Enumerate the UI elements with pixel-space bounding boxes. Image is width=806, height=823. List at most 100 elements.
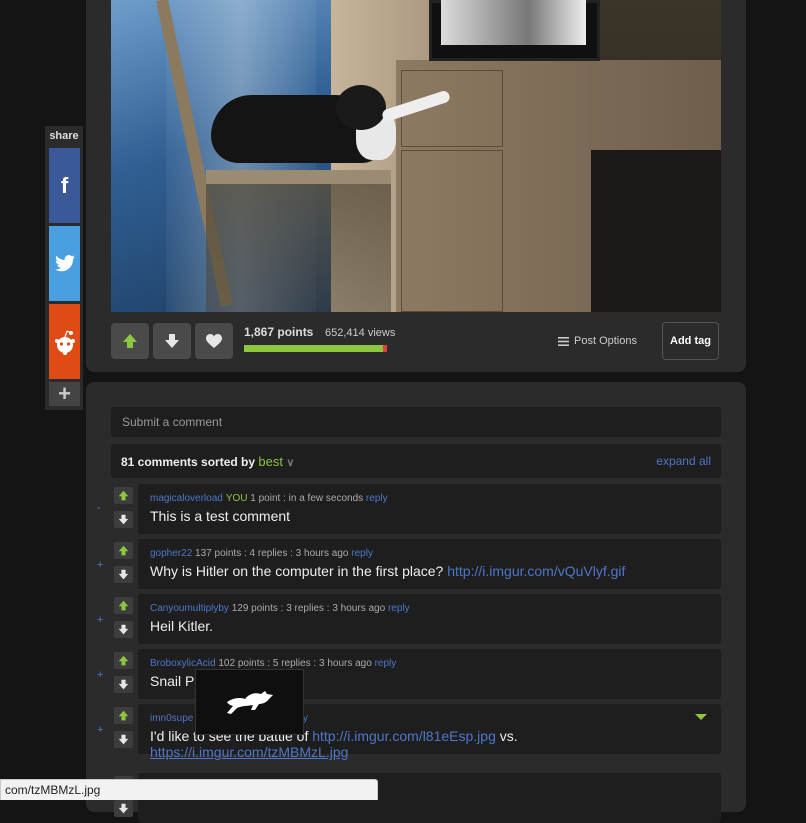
arrow-up-icon — [118, 600, 129, 611]
arrow-up-icon — [118, 490, 129, 501]
comments-sort-bar: 81 comments sorted by best ∨ expand all — [111, 444, 721, 478]
comment-body: gopher22 137 points : 4 replies : 3 hour… — [138, 539, 721, 589]
post-options-label: Post Options — [574, 335, 637, 347]
comment-text: Why is Hitler on the computer in the fir… — [150, 563, 625, 579]
comment-downvote-button[interactable] — [114, 566, 133, 583]
comment-downvote-button[interactable] — [114, 676, 133, 693]
comment-downvote-button[interactable] — [114, 800, 133, 817]
arrow-down-icon — [118, 569, 129, 580]
comment-toggle[interactable]: + — [97, 669, 103, 681]
comment-meta: magicaloverload YOU 1 point : in a few se… — [150, 493, 388, 504]
browser-status-bar: com/tzMBMzL.jpg — [0, 779, 378, 800]
comment-link-secondary[interactable]: https://i.imgur.com/tzMBMzL.jpg — [150, 744, 348, 760]
comments-count-label: 81 comments sorted by — [121, 455, 256, 469]
comment-upvote-button[interactable] — [114, 542, 133, 559]
comment-upvote-button[interactable] — [114, 487, 133, 504]
sort-dropdown[interactable]: best — [258, 454, 283, 469]
arrow-up-icon — [118, 545, 129, 556]
comment-stats: 102 points : 5 replies : 3 hours ago — [218, 658, 372, 669]
comment-author[interactable]: imn0supe — [150, 713, 193, 724]
running-dog-icon — [226, 691, 273, 714]
post-points: 1,867 points — [244, 325, 314, 339]
comment-text: This is a test comment — [150, 508, 290, 524]
vote-ratio-down-segment — [382, 345, 387, 352]
comment-text-body: Heil Kitler. — [150, 618, 214, 634]
comment-author[interactable]: BroboxylicAcid — [150, 658, 216, 669]
loading-overlay — [195, 669, 304, 735]
arrow-down-icon — [118, 734, 129, 745]
comment-text: Heil Kitler. — [150, 618, 213, 634]
expand-all-link[interactable]: expand all — [656, 454, 711, 468]
comment-stats: 137 points : 4 replies : 3 hours ago — [195, 548, 349, 559]
photo-shadow — [591, 150, 721, 312]
comment-reply-link[interactable]: reply — [375, 658, 397, 669]
comment-input[interactable]: Submit a comment — [111, 407, 721, 437]
comment-link[interactable]: http://i.imgur.com/vQuVlyf.gif — [447, 563, 625, 579]
arrow-down-icon — [118, 624, 129, 635]
comment-text-tail: vs. — [495, 728, 518, 744]
reddit-share-button[interactable] — [49, 304, 80, 379]
add-tag-button[interactable]: Add tag — [662, 322, 719, 360]
post-views: 652,414 views — [325, 327, 396, 339]
twitter-icon — [54, 255, 75, 272]
comment-meta: gopher22 137 points : 4 replies : 3 hour… — [150, 548, 373, 559]
comment-author[interactable]: gopher22 — [150, 548, 192, 559]
comment-text-body: Why is Hitler on the computer in the fir… — [150, 563, 444, 579]
comments-count: 81 comments sorted by best ∨ — [121, 454, 294, 469]
comment-stats: 1 point : in a few seconds — [250, 493, 364, 504]
arrow-up-icon — [118, 655, 129, 666]
photo-screen — [441, 0, 586, 45]
reddit-icon — [54, 329, 75, 355]
comment-upvote-button[interactable] — [114, 597, 133, 614]
comment-downvote-button[interactable] — [114, 621, 133, 638]
comment-downvote-button[interactable] — [114, 511, 133, 528]
facebook-share-button[interactable]: f — [49, 148, 80, 223]
comment-meta: BroboxylicAcid 102 points : 5 replies : … — [150, 658, 396, 669]
photo-cat-head — [336, 85, 386, 130]
share-more-button[interactable]: + — [49, 381, 80, 406]
comment-toggle[interactable]: + — [97, 559, 103, 571]
comment-row: + gopher22 137 points : 4 replies : 3 hou… — [97, 539, 721, 589]
comment-downvote-button[interactable] — [114, 731, 133, 748]
photo-chair — [206, 170, 391, 312]
comment-stats: 129 points : 3 replies : 3 hours ago — [231, 603, 386, 614]
menu-icon — [558, 336, 569, 346]
arrow-down-icon — [118, 514, 129, 525]
arrow-down-icon — [165, 334, 179, 348]
comment-toggle[interactable]: + — [97, 724, 103, 736]
arrow-up-icon — [118, 710, 129, 721]
comment-row: + Canyoumultiplyby 129 points : 3 replies… — [97, 594, 721, 644]
chevron-down-icon[interactable]: ∨ — [286, 457, 294, 469]
comment-text: Snail P — [150, 673, 194, 689]
comment-text-body: Snail P — [150, 673, 195, 689]
share-rail: share f + — [45, 126, 83, 410]
arrow-up-icon — [123, 334, 137, 348]
favorite-button[interactable] — [195, 323, 233, 359]
upvote-button[interactable] — [111, 323, 149, 359]
share-title: share — [49, 130, 79, 142]
comment-row: - magicaloverload YOU 1 point : in a few s… — [97, 484, 721, 534]
comment-author[interactable]: Canyoumultiplyby — [150, 603, 229, 614]
comment-author[interactable]: magicaloverload — [150, 493, 223, 504]
comment-upvote-button[interactable] — [114, 707, 133, 724]
comment-upvote-button[interactable] — [114, 652, 133, 669]
comment-toggle[interactable]: + — [97, 614, 103, 626]
arrow-down-icon — [118, 803, 129, 814]
comment-link[interactable]: http://i.imgur.com/l81eEsp.jpg — [312, 728, 496, 744]
post-options-button[interactable]: Post Options — [558, 335, 637, 347]
vote-ratio-bar — [244, 345, 387, 352]
arrow-down-icon — [118, 679, 129, 690]
comment-body: magicaloverload YOU 1 point : in a few se… — [138, 484, 721, 534]
facebook-icon: f — [60, 172, 69, 198]
collapse-chevron-icon[interactable] — [695, 714, 707, 720]
comment-meta: Canyoumultiplyby 129 points : 3 replies … — [150, 603, 410, 614]
comment-body: Canyoumultiplyby 129 points : 3 replies … — [138, 594, 721, 644]
heart-icon — [206, 333, 222, 348]
comment-toggle[interactable]: - — [97, 502, 101, 514]
twitter-share-button[interactable] — [49, 226, 80, 301]
comment-reply-link[interactable]: reply — [366, 493, 388, 504]
comment-reply-link[interactable]: reply — [351, 548, 373, 559]
comment-reply-link[interactable]: reply — [388, 603, 410, 614]
post-image[interactable] — [111, 0, 721, 312]
downvote-button[interactable] — [153, 323, 191, 359]
